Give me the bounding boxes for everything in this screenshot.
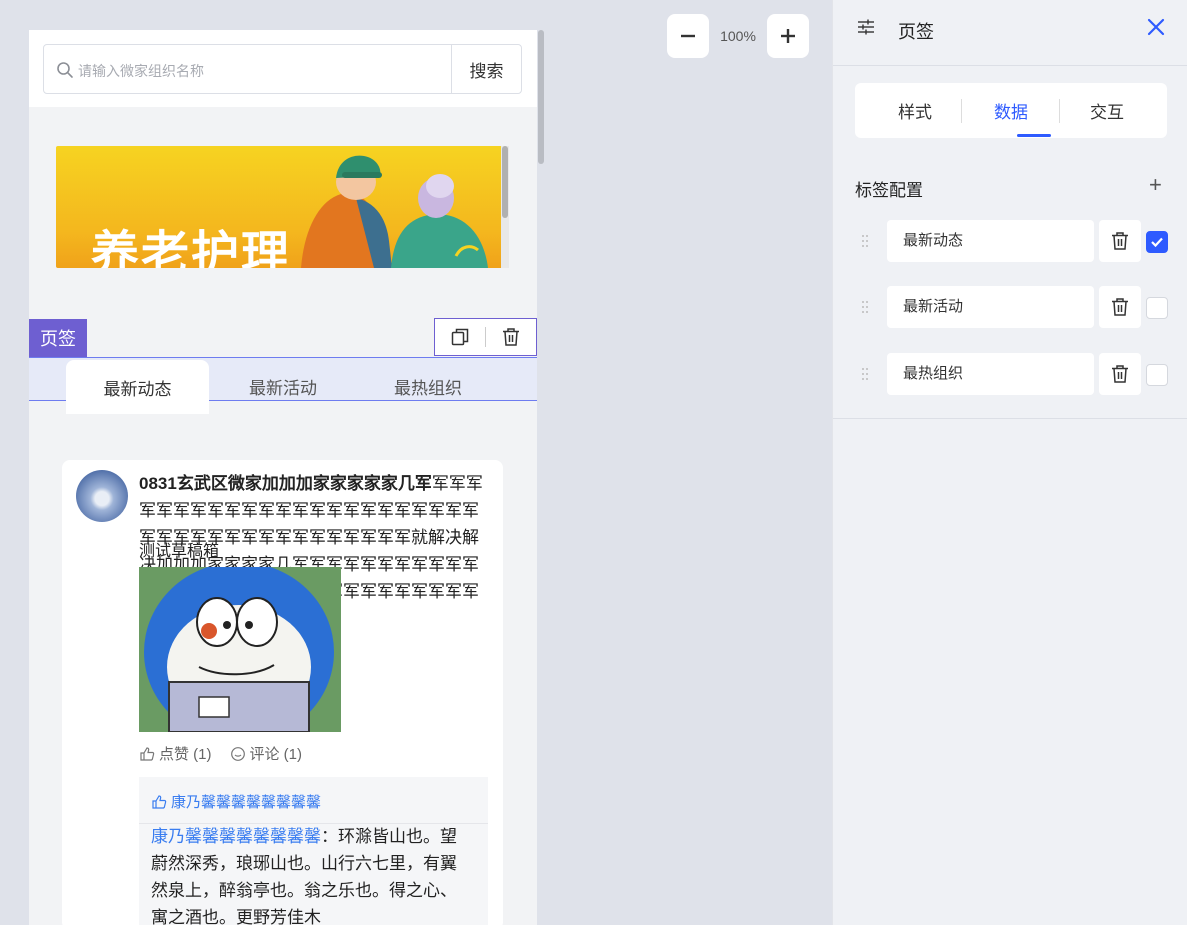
check-icon: [1151, 237, 1163, 248]
trash-icon: [1112, 298, 1128, 316]
zoom-controls: 100%: [667, 14, 809, 58]
tab-hottest-orgs[interactable]: 最热组织: [359, 358, 497, 414]
comment-count: 评论 (1): [249, 746, 303, 763]
close-icon[interactable]: [1146, 17, 1166, 37]
drag-handle-icon[interactable]: [860, 365, 870, 383]
tag-name-input[interactable]: 最热组织: [887, 353, 1094, 395]
panel-tabs: 样式 数据 交互: [855, 83, 1167, 138]
tag-row: 最热组织: [833, 353, 1187, 395]
post-overlay-text: 测试草稿箱: [139, 543, 220, 560]
trash-icon: [1112, 232, 1128, 250]
delete-tag-button[interactable]: [1099, 220, 1141, 262]
tag-name-input[interactable]: 最新动态: [887, 220, 1094, 262]
likers-names[interactable]: 康乃馨馨馨馨馨馨馨馨: [171, 791, 321, 812]
tab-interaction[interactable]: 交互: [1055, 83, 1159, 138]
avatar[interactable]: [76, 470, 128, 522]
active-tab-indicator: [1017, 134, 1051, 137]
trash-icon: [1112, 365, 1128, 383]
comments-section: 康乃馨馨馨馨馨馨馨馨 康乃馨馨馨馨馨馨馨馨：环滁皆山也。望蔚然深秀，琅琊山也。山…: [139, 777, 488, 925]
tag-visible-checkbox[interactable]: [1146, 297, 1168, 319]
search-icon: [57, 62, 73, 78]
canvas-scrollbar[interactable]: [537, 30, 545, 166]
add-tag-button[interactable]: +: [1149, 172, 1162, 198]
copy-icon: [451, 328, 469, 346]
plus-icon: [781, 29, 795, 43]
tab-data[interactable]: 数据: [959, 83, 1063, 138]
banner-scrollbar[interactable]: [501, 146, 509, 268]
phone-preview: 请输入微家组织名称 搜索 养老护理 页签 最新动态 最新活动 最热组织 0831…: [29, 30, 537, 925]
tag-row: 最新动态: [833, 220, 1187, 262]
panel-header: 页签: [833, 0, 1187, 66]
drag-handle-icon[interactable]: [860, 232, 870, 250]
comment-button[interactable]: 评论 (1): [230, 743, 303, 764]
banner-title: 养老护理: [91, 226, 292, 268]
delete-component-button[interactable]: [486, 319, 536, 355]
tab-style[interactable]: 样式: [863, 83, 967, 138]
tag-config-title: 标签配置: [855, 181, 923, 200]
thumbs-up-icon: [140, 746, 155, 761]
minus-icon: [681, 34, 695, 38]
like-count: 点赞 (1): [159, 746, 212, 763]
component-toolbar: [434, 318, 537, 356]
panel-title: 页签: [898, 22, 934, 42]
post-actions: 点赞 (1) 评论 (1): [139, 743, 302, 764]
post-card[interactable]: 0831玄武区微家加加加家家家家家几军军军军军军军军军军军军军军军军军军军军军军…: [62, 460, 503, 925]
properties-panel: 页签 样式 数据 交互 标签配置 + 最新动态 最新活动 最热组织: [832, 0, 1187, 925]
banner-image[interactable]: 养老护理: [56, 146, 508, 268]
zoom-out-button[interactable]: [667, 14, 709, 58]
comment-item: 康乃馨馨馨馨馨馨馨馨：环滁皆山也。望蔚然深秀，琅琊山也。山行六七里，有翼然泉上，…: [151, 823, 466, 925]
post-image[interactable]: [139, 567, 341, 732]
likers-list: 康乃馨馨馨馨馨馨馨馨: [151, 791, 321, 812]
search-bar: 请输入微家组织名称 搜索: [29, 30, 537, 107]
tag-row: 最新活动: [833, 286, 1187, 328]
thumbs-up-icon: [152, 794, 167, 809]
zoom-level: 100%: [720, 28, 756, 44]
component-label: 页签: [29, 319, 87, 357]
settings-sliders-icon: [858, 19, 874, 35]
tab-latest-news[interactable]: 最新动态: [66, 360, 209, 414]
tab-latest-activities[interactable]: 最新活动: [214, 358, 352, 414]
delete-tag-button[interactable]: [1099, 353, 1141, 395]
comment-author[interactable]: 康乃馨馨馨馨馨馨馨馨: [151, 827, 321, 846]
like-button[interactable]: 点赞 (1): [139, 743, 212, 764]
doraemon-illustration: [139, 567, 341, 732]
search-input[interactable]: 请输入微家组织名称 搜索: [43, 44, 522, 94]
copy-button[interactable]: [435, 319, 485, 355]
drag-handle-icon[interactable]: [860, 298, 870, 316]
comment-icon: [230, 746, 245, 761]
tag-visible-checkbox[interactable]: [1146, 364, 1168, 386]
tag-visible-checkbox[interactable]: [1146, 231, 1168, 253]
tag-name-input[interactable]: 最新活动: [887, 286, 1094, 328]
post-title: 0831玄武区微家加加加家家家家家几军: [139, 474, 432, 493]
delete-tag-button[interactable]: [1099, 286, 1141, 328]
search-button[interactable]: 搜索: [451, 45, 521, 93]
panel-divider: [833, 418, 1187, 419]
zoom-in-button[interactable]: [767, 14, 809, 58]
trash-icon: [503, 328, 519, 346]
tabs-bar: 最新动态 最新活动 最热组织: [29, 357, 537, 414]
search-placeholder: 请输入微家组织名称: [78, 63, 204, 79]
